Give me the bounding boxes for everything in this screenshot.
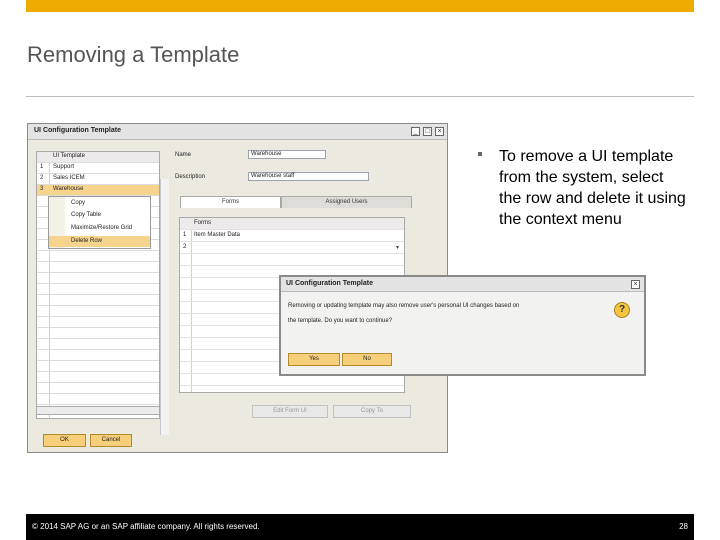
menu-item-maximize-restore-grid[interactable]: Maximize/Restore Grid (49, 223, 150, 234)
question-icon: ? (614, 302, 630, 318)
title-divider (26, 96, 694, 97)
bullet-text: To remove a UI template from the system,… (499, 148, 686, 228)
confirm-dialog: UI Configuration Template × Removing or … (279, 275, 646, 376)
context-menu: Copy Copy Table Maximize/Restore Grid De… (48, 196, 151, 249)
vertical-scrollbar[interactable] (160, 179, 169, 435)
menu-item-copy-table[interactable]: Copy Table (49, 210, 150, 221)
empty-row (37, 383, 159, 394)
empty-row (37, 317, 159, 328)
dialog-message-line1: Removing or updating template may also r… (288, 303, 520, 309)
row-number: 1 (183, 232, 187, 238)
menu-item-label: Copy (71, 200, 86, 206)
template-name-cell: Sales ICEM (53, 175, 85, 181)
bullet-icon (478, 152, 482, 156)
empty-row (37, 251, 159, 262)
dialog-title: UI Configuration Template (286, 280, 373, 287)
yes-button[interactable]: Yes (288, 353, 340, 366)
empty-row (37, 284, 159, 295)
minimize-button[interactable]: _ (411, 127, 420, 136)
row-number: 1 (40, 164, 44, 170)
dialog-close-button[interactable]: × (631, 280, 640, 289)
empty-row (37, 306, 159, 317)
menu-item-delete-row[interactable]: Delete Row (49, 236, 150, 247)
empty-row (37, 262, 159, 273)
ok-button[interactable]: OK (43, 434, 86, 447)
description-label: Description (175, 174, 206, 180)
forms-header-label: Forms (194, 220, 211, 226)
empty-row (37, 295, 159, 306)
template-list-header-label: UI Template (53, 153, 85, 159)
row-number: 3 (40, 186, 44, 192)
template-name-cell: Warehouse (53, 186, 84, 192)
table-row[interactable]: 2 Sales ICEM (37, 174, 159, 185)
table-row[interactable]: 1 Support (37, 163, 159, 174)
empty-row (37, 339, 159, 350)
footer-copyright: © 2014 SAP AG or an SAP affiliate compan… (32, 522, 260, 531)
row-number: 2 (183, 244, 187, 250)
menu-item-label: Delete Row (71, 238, 103, 244)
window-title: UI Configuration Template (34, 127, 121, 134)
copy-to-button[interactable]: Copy To (333, 405, 411, 418)
menu-item-label: Maximize/Restore Grid (71, 225, 133, 231)
table-row[interactable]: 1 Item Master Data (180, 230, 404, 242)
page-number: 28 (679, 522, 688, 531)
form-name-cell: Item Master Data (194, 232, 241, 238)
edit-form-ui-button[interactable]: Edit Form UI (252, 405, 328, 418)
empty-row (37, 361, 159, 372)
tab-forms[interactable]: Forms (180, 196, 281, 208)
template-list: UI Template 1 Support 2 Sales ICEM 3 War… (36, 151, 169, 435)
top-accent-bar (26, 0, 694, 12)
table-row-selected[interactable]: 3 Warehouse (37, 185, 159, 196)
row-number: 2 (40, 175, 44, 181)
footer-bar: © 2014 SAP AG or an SAP affiliate compan… (26, 514, 694, 540)
dialog-titlebar: UI Configuration Template × (281, 277, 644, 292)
empty-row (37, 350, 159, 361)
empty-row (37, 273, 159, 284)
slide-title: Removing a Template (27, 42, 240, 67)
empty-row (37, 394, 159, 405)
name-label: Name (175, 152, 192, 158)
dialog-message-line2: the template. Do you want to continue? (288, 318, 393, 324)
menu-item-label: Copy Table (71, 212, 101, 218)
name-field[interactable]: Warehouse (248, 150, 326, 159)
no-button[interactable]: No (342, 353, 392, 366)
menu-item-copy[interactable]: Copy (49, 198, 150, 209)
empty-row (37, 372, 159, 383)
table-row[interactable]: 2 ▾ (180, 242, 404, 254)
maximize-button[interactable]: □ (423, 127, 432, 136)
forms-grid-header: Forms (180, 218, 404, 230)
template-name-cell: Support (53, 164, 75, 170)
close-button[interactable]: × (435, 127, 444, 136)
empty-row (180, 254, 404, 266)
cancel-button[interactable]: Cancel (90, 434, 132, 447)
window-titlebar: UI Configuration Template _ □ × (28, 124, 447, 140)
empty-row (37, 328, 159, 339)
chevron-down-icon[interactable]: ▾ (396, 244, 399, 251)
description-field[interactable]: Warehouse staff (248, 172, 369, 181)
template-list-header: UI Template (37, 152, 159, 163)
tab-assigned-users[interactable]: Assigned Users (281, 196, 412, 208)
horizontal-scrollbar[interactable] (36, 406, 160, 415)
